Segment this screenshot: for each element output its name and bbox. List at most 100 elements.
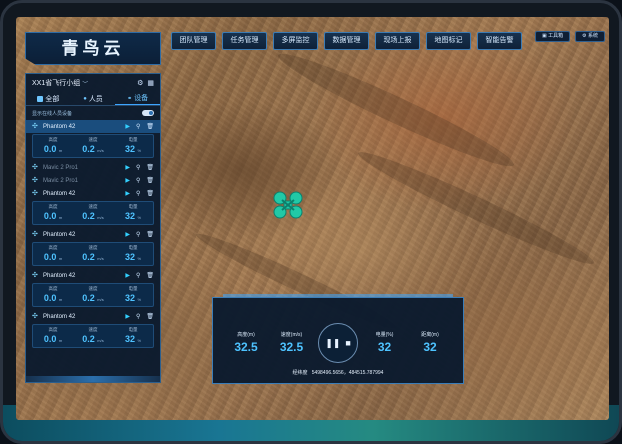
device-name: Mavic 2 Pro1 (43, 177, 79, 184)
stat-label: 高度 (48, 204, 58, 209)
stat-label: 高度 (48, 245, 58, 250)
group-selector[interactable]: XX1省飞行小组 ﹀ ⚙ ▦ (26, 74, 160, 92)
stat-number: 0.0 (43, 293, 57, 303)
map-view[interactable]: 青鸟云 团队管理 任务管理 多屏监控 数据管理 现场上报 地图标记 智能告警 ▣… (16, 17, 609, 420)
stat-label: 电量 (128, 137, 138, 142)
play-icon[interactable]: ▶ (125, 231, 130, 238)
device-row[interactable]: ✣ Phantom 42 ▶ ⚲ 🗑 (26, 310, 160, 323)
device-stat: 高度 0.0 m (33, 325, 73, 347)
drone-icon: ✣ (32, 231, 38, 238)
trash-icon[interactable]: 🗑 (146, 190, 154, 197)
stat-value: 0.0 m (33, 144, 73, 156)
stat-unit: % (137, 256, 142, 261)
stat-unit: % (137, 215, 142, 220)
toolbox-button[interactable]: ▣ 工具箱 (534, 31, 571, 42)
nav-task-management[interactable]: 任务管理 (222, 32, 267, 50)
device-row[interactable]: ✣ Phantom 42 ▶ ⚲ 🗑 (26, 269, 160, 282)
stat-label: 电量 (128, 204, 138, 209)
drone-icon: ✣ (32, 123, 38, 130)
drone-map-marker-icon[interactable] (272, 190, 304, 220)
play-icon[interactable]: ▶ (125, 177, 130, 184)
stat-value: 0.2 m/s (73, 334, 113, 346)
tab-devices[interactable]: ⚭ 设备 (115, 92, 161, 105)
play-icon[interactable]: ▶ (125, 190, 130, 197)
stat-label: 速度 (88, 286, 98, 291)
stat-unit: m/s (97, 338, 104, 343)
device-stat: 速度 0.2 m/s (73, 135, 113, 157)
drone-icon: ✣ (32, 190, 38, 197)
stat-number: 0.0 (43, 144, 57, 154)
location-pin-icon[interactable]: ⚲ (136, 272, 140, 279)
nav-multi-screen-monitor[interactable]: 多屏监控 (273, 32, 318, 50)
device-stat: 高度 0.0 m (33, 135, 73, 157)
location-pin-icon[interactable]: ⚲ (136, 231, 140, 238)
show-online-toggle[interactable] (142, 110, 154, 116)
drone-icon: ✣ (32, 164, 38, 171)
nav-smart-alert[interactable]: 智能告警 (477, 32, 522, 50)
trash-icon[interactable]: 🗑 (146, 231, 154, 238)
qr-code-icon[interactable]: ▦ (147, 79, 154, 87)
device-name: Mavic 2 Pro1 (43, 164, 79, 171)
pause-icon[interactable]: ❚❚ (325, 338, 340, 349)
stat-value: 32 % (113, 293, 153, 305)
flight-readouts: 高度(m) 32.5 速度(m/s) 32.5 ❚❚ ■ 电量(%) 32 距离… (227, 323, 449, 363)
device-stat: 速度 0.2 m/s (73, 325, 113, 347)
battery-label: 电量(%) (375, 332, 394, 338)
trash-icon[interactable]: 🗑 (146, 272, 154, 279)
play-icon[interactable]: ▶ (125, 123, 130, 130)
tab-people[interactable]: ● 人员 (71, 92, 116, 105)
device-row[interactable]: ✣ Mavic 2 Pro1 ▶ ⚲ 🗑 (26, 174, 160, 187)
location-pin-icon[interactable]: ⚲ (136, 164, 140, 171)
settings-gear-icon[interactable]: ⚙ (137, 79, 143, 87)
location-pin-icon[interactable]: ⚲ (136, 190, 140, 197)
device-name: Phantom 42 (43, 231, 76, 238)
speed-readout: 速度(m/s) 32.5 (273, 331, 311, 355)
trash-icon[interactable]: 🗑 (146, 177, 154, 184)
drone-icon: ✣ (32, 272, 38, 279)
device-row[interactable]: ✣ Phantom 42 ▶ ⚲ 🗑 (26, 228, 160, 241)
height-readout: 高度(m) 32.5 (227, 331, 265, 355)
device-row[interactable]: ✣ Phantom 42 ▶ ⚲ 🗑 (26, 187, 160, 200)
device-row[interactable]: ✣ Mavic 2 Pro1 ▶ ⚲ 🗑 (26, 161, 160, 174)
nav-map-marker[interactable]: 地图标记 (426, 32, 471, 50)
toolbox-icon: ▣ (541, 33, 547, 39)
stat-number: 0.2 (82, 334, 95, 344)
nav-data-management[interactable]: 数据管理 (324, 32, 369, 50)
stat-number: 32 (124, 252, 135, 262)
distance-label: 距离(m) (421, 332, 439, 338)
stat-value: 0.2 m/s (73, 144, 113, 156)
system-button[interactable]: ⚙ 系统 (575, 31, 605, 42)
location-pin-icon[interactable]: ⚲ (136, 123, 140, 130)
speed-value: 32.5 (279, 340, 304, 354)
nav-team-management[interactable]: 团队管理 (171, 32, 216, 50)
trash-icon[interactable]: 🗑 (146, 313, 154, 320)
location-pin-icon[interactable]: ⚲ (136, 313, 140, 320)
drone-tab-icon: ⚭ (127, 95, 133, 102)
terrain-ridge (272, 43, 520, 177)
tab-devices-label: 设备 (134, 95, 149, 102)
stat-value: 32 % (113, 211, 153, 223)
stat-unit: % (137, 297, 142, 302)
settings-icon: ⚙ (582, 33, 587, 39)
stat-label: 电量 (128, 245, 138, 250)
device-name: Phantom 42 (43, 313, 76, 320)
panel-footer-bar (26, 376, 160, 382)
stat-unit: m/s (97, 256, 104, 261)
play-icon[interactable]: ▶ (125, 272, 130, 279)
device-row[interactable]: ✣ Phantom 42 ▶ ⚲ 🗑 (26, 120, 160, 133)
stop-icon[interactable]: ■ (345, 338, 350, 348)
play-icon[interactable]: ▶ (125, 164, 130, 171)
person-icon: ● (83, 95, 87, 102)
device-stat: 高度 0.0 m (33, 243, 73, 265)
device-name: Phantom 42 (43, 123, 76, 130)
trash-icon[interactable]: 🗑 (146, 123, 154, 130)
stat-number: 32 (124, 211, 135, 221)
location-pin-icon[interactable]: ⚲ (136, 177, 140, 184)
top-right-buttons: ▣ 工具箱 ⚙ 系统 (534, 31, 605, 42)
play-icon[interactable]: ▶ (125, 313, 130, 320)
trash-icon[interactable]: 🗑 (146, 164, 154, 171)
tab-all[interactable]: 全部 (26, 92, 71, 105)
chevron-down-icon: ﹀ (82, 81, 89, 88)
device-stat: 速度 0.2 m/s (73, 284, 113, 306)
nav-field-report[interactable]: 现场上报 (375, 32, 420, 50)
